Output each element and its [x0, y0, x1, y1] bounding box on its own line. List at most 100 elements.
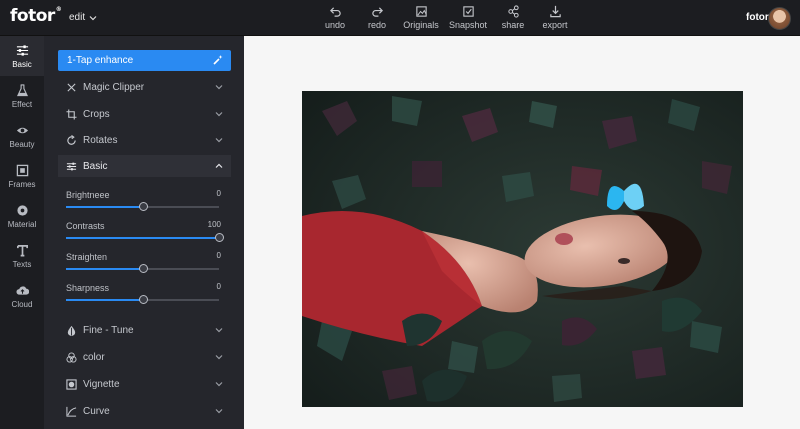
sharpness-slider: Sharpness 0: [66, 282, 224, 304]
section-label: Curve: [83, 405, 110, 417]
share-button[interactable]: share: [494, 5, 532, 30]
chevron-down-icon: [215, 328, 223, 333]
chevron-down-icon: [215, 409, 223, 414]
slider-value: 0: [216, 251, 221, 260]
snapshot-label: Snapshot: [448, 20, 488, 30]
slider-fill: [66, 237, 219, 239]
vignette-icon: [66, 378, 77, 390]
slider-fill: [66, 268, 143, 270]
text-icon: [16, 244, 28, 256]
edit-menu-label: edit: [69, 12, 86, 23]
rail-label: Beauty: [9, 139, 35, 149]
originals-icon: [415, 6, 427, 17]
chevron-down-icon: [215, 355, 223, 360]
fotor-logo[interactable]: fotor®: [10, 6, 62, 26]
slider-value: 0: [216, 189, 221, 198]
slider-fill: [66, 206, 143, 208]
section-basic[interactable]: Basic: [58, 155, 231, 177]
slider-thumb[interactable]: [138, 295, 148, 304]
slider-fill: [66, 299, 143, 301]
color-circles-icon: [66, 351, 77, 363]
undo-icon: [329, 7, 341, 17]
edit-menu[interactable]: edit: [69, 12, 97, 23]
user-name[interactable]: fotor: [746, 12, 769, 23]
section-rotates[interactable]: Rotates: [58, 129, 231, 151]
section-curve[interactable]: Curve: [58, 400, 231, 422]
export-button[interactable]: export: [536, 5, 574, 30]
rail-item-cloud[interactable]: Cloud: [0, 276, 44, 316]
rail-label: Texts: [12, 259, 32, 269]
sliders-icon: [16, 44, 28, 56]
avatar[interactable]: [768, 7, 791, 30]
adjust-panel: 1-Tap enhance Magic Clipper Crops Rotate…: [44, 36, 244, 429]
slider-label: Sharpness: [66, 283, 110, 293]
snapshot-button[interactable]: Snapshot: [446, 5, 490, 30]
section-label: Rotates: [83, 134, 118, 146]
slider-label: Brightneee: [66, 190, 110, 200]
originals-label: Originals: [403, 20, 439, 30]
slider-value: 0: [216, 282, 221, 291]
rail-label: Material: [7, 219, 37, 229]
flower-icon: [16, 204, 28, 216]
one-tap-enhance-button[interactable]: 1-Tap enhance: [58, 50, 231, 71]
slider-track[interactable]: [66, 233, 224, 242]
redo-icon: [371, 7, 383, 17]
photo-image: [302, 91, 743, 407]
toolbar: undo redo Originals Snapshot share expor…: [316, 5, 578, 30]
brightness-slider: Brightneee 0: [66, 189, 224, 211]
section-label: Fine - Tune: [83, 324, 134, 336]
slider-label: Contrasts: [66, 221, 105, 231]
originals-button[interactable]: Originals: [400, 5, 442, 30]
chevron-down-icon: [215, 85, 223, 90]
undo-label: undo: [324, 20, 346, 30]
redo-button[interactable]: redo: [358, 5, 396, 30]
top-bar: fotor® edit undo redo Originals Snapshot…: [0, 0, 800, 36]
frame-icon: [16, 164, 28, 176]
rail-item-material[interactable]: Material: [0, 196, 44, 236]
section-label: Crops: [83, 108, 110, 120]
chevron-down-icon: [215, 382, 223, 387]
rail-item-frames[interactable]: Frames: [0, 156, 44, 196]
crop-icon: [66, 108, 77, 120]
chevron-down-icon: [215, 112, 223, 117]
section-magic-clipper[interactable]: Magic Clipper: [58, 76, 231, 98]
magic-wand-icon: [213, 55, 223, 65]
straighten-slider: Straighten 0: [66, 251, 224, 273]
scissors-icon: [67, 82, 76, 92]
chevron-up-icon: [215, 163, 223, 168]
slider-value: 100: [207, 220, 221, 229]
rail-item-effect[interactable]: Effect: [0, 76, 44, 116]
section-label: Basic: [83, 160, 108, 172]
rail-item-basic[interactable]: Basic: [0, 36, 44, 76]
slider-track[interactable]: [66, 264, 219, 273]
eye-icon: [16, 127, 28, 133]
section-color[interactable]: color: [58, 346, 231, 368]
edited-photo[interactable]: [302, 91, 743, 407]
share-icon: [507, 5, 519, 18]
rail-label: Cloud: [11, 299, 33, 309]
share-label: share: [501, 20, 525, 30]
rail-label: Basic: [12, 59, 32, 69]
rotate-icon: [67, 134, 76, 145]
slider-thumb[interactable]: [138, 202, 148, 211]
redo-label: redo: [367, 20, 386, 30]
enhance-label: 1-Tap enhance: [67, 55, 134, 66]
snapshot-icon: [462, 6, 474, 17]
section-crops[interactable]: Crops: [58, 103, 231, 125]
chevron-down-icon: [89, 15, 97, 20]
slider-thumb[interactable]: [215, 233, 224, 242]
editor-canvas[interactable]: [244, 36, 800, 429]
rail-item-texts[interactable]: Texts: [0, 236, 44, 276]
undo-button[interactable]: undo: [316, 5, 354, 30]
slider-track[interactable]: [66, 202, 219, 211]
slider-track[interactable]: [66, 295, 219, 304]
rail-label: Frames: [8, 179, 36, 189]
rail-item-beauty[interactable]: Beauty: [0, 116, 44, 156]
section-fine-tune[interactable]: Fine - Tune: [58, 319, 231, 341]
section-vignette[interactable]: Vignette: [58, 373, 231, 395]
cloud-icon: [16, 285, 29, 295]
droplet-icon: [67, 325, 76, 336]
contrast-slider: Contrasts 100: [66, 220, 224, 242]
slider-thumb[interactable]: [138, 264, 148, 273]
export-label: export: [542, 20, 568, 30]
